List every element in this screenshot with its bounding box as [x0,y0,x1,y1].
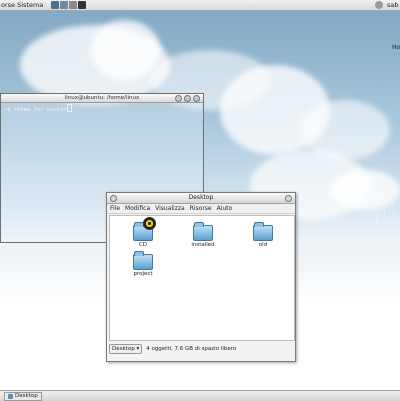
folder-icon [8,394,13,399]
file-item-project[interactable]: project [128,251,158,277]
chevron-down-icon: ▾ [136,346,140,352]
minimize-icon[interactable] [175,95,182,102]
window-menu-icon[interactable] [110,195,117,202]
file-label: CD [138,242,148,248]
wind-turbine [376,215,377,243]
cloud [330,170,400,210]
terminal-launcher-icon[interactable] [78,1,86,9]
status-bar: Desktop ▾ 4 oggetti, 7,6 GB di spazio li… [109,344,293,354]
folder-icon [193,222,213,241]
file-item-old[interactable]: old [248,222,278,248]
file-label: old [258,242,268,248]
location-dropdown[interactable]: Desktop ▾ [109,344,143,354]
terminal-prompt: ~$ theme for winter [4,107,67,113]
file-label: project [133,271,153,277]
cd-icon [143,217,156,230]
close-icon[interactable] [193,95,200,102]
music-icon[interactable] [69,1,77,9]
top-panel: orse Sistema sab [0,0,400,11]
file-manager-titlebar[interactable]: Desktop [107,193,295,204]
file-manager-title: Desktop [188,194,214,201]
maximize-icon[interactable] [184,95,191,102]
bottom-panel: Desktop [0,390,400,401]
menu-risorse[interactable]: Risorse [190,204,212,213]
close-icon[interactable] [285,195,292,202]
terminal-output[interactable]: ~$ theme for winter [4,104,72,113]
terminal-window-controls [175,95,200,102]
folder-icon [253,222,273,241]
file-manager-window[interactable]: Desktop File Modifica Visualizza Risorse… [106,192,296,362]
folder-icon [133,217,156,241]
menu-visualizza[interactable]: Visualizza [155,204,185,213]
taskbar-label: Desktop [15,393,38,399]
menubar: File Modifica Visualizza Risorse Aiuto [107,204,295,214]
folder-icon [133,251,153,270]
user-indicator[interactable]: sab [387,1,399,9]
file-view[interactable]: CD installed old project [109,215,295,341]
menu-modifica[interactable]: Modifica [125,204,150,213]
desktop-home-label[interactable]: Ho [392,44,400,51]
location-label: Desktop [112,346,135,352]
browser-icon[interactable] [51,1,59,9]
cloud [300,100,390,160]
cloud [90,20,160,80]
menu-aiuto[interactable]: Aiuto [217,204,233,213]
volume-icon[interactable] [375,1,383,9]
terminal-title: linux@ubuntu: /home/linux [64,95,140,101]
wind-turbine [393,198,394,242]
status-text: 4 oggetti, 7,6 GB di spazio libero [146,346,237,352]
terminal-titlebar[interactable]: linux@ubuntu: /home/linux [1,94,203,103]
wind-turbine [384,205,385,241]
system-menu[interactable]: orse Sistema [1,1,43,9]
mail-icon[interactable] [60,1,68,9]
file-item-installed[interactable]: installed [188,222,218,248]
menu-file[interactable]: File [110,204,120,213]
file-item-cd[interactable]: CD [128,217,158,248]
file-label: installed [191,242,215,248]
text-cursor [66,104,72,112]
